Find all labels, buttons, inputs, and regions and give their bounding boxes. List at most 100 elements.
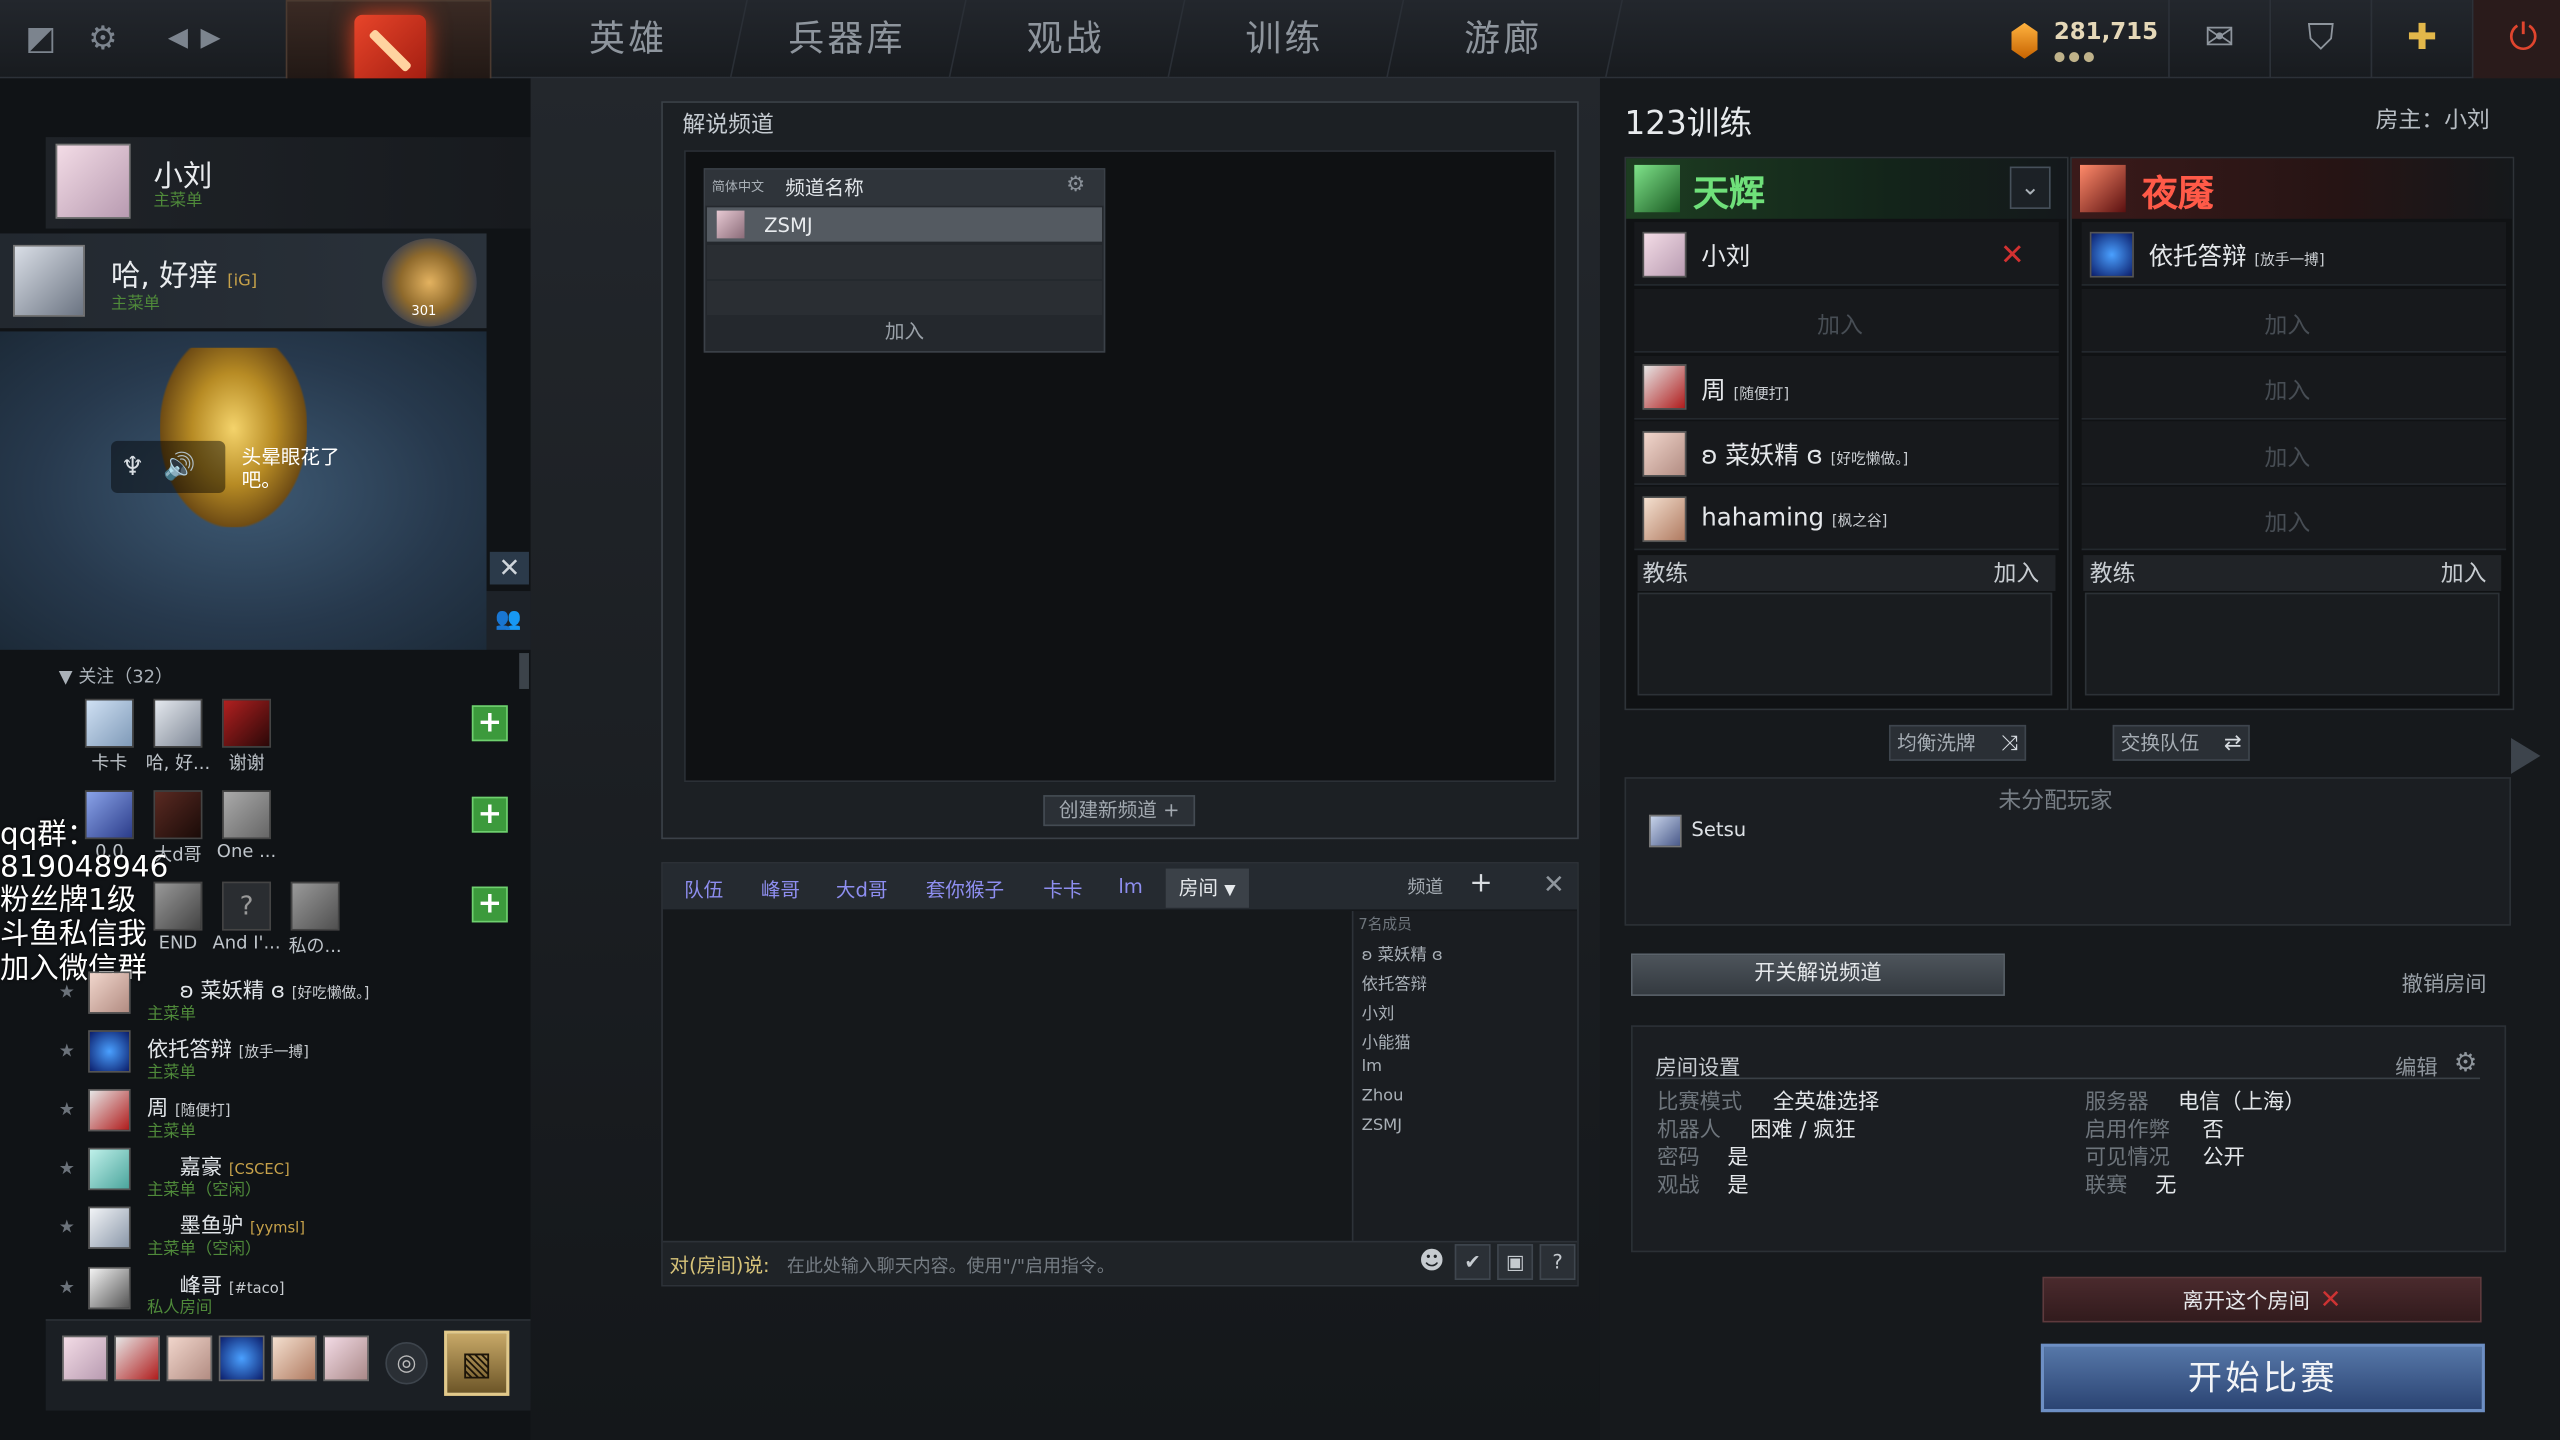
member-name[interactable]: ZSMJ: [1362, 1117, 1402, 1135]
player-avatar[interactable]: [1642, 364, 1687, 410]
nav-tab-armory[interactable]: 兵器库: [729, 0, 967, 79]
star-icon[interactable]: ★: [59, 1040, 75, 1061]
my-avatar[interactable]: [55, 143, 131, 219]
friend-avatar[interactable]: [88, 971, 131, 1014]
friend-avatar[interactable]: [88, 1030, 131, 1073]
nav-tab-watch[interactable]: 观战: [948, 0, 1186, 79]
friend-tile[interactable]: [222, 698, 272, 748]
star-icon[interactable]: ★: [59, 981, 75, 1002]
member-name[interactable]: 小能猫: [1362, 1029, 1411, 1053]
join-slot-button[interactable]: 加入: [2238, 506, 2336, 539]
add-friend-button[interactable]: +: [471, 796, 508, 833]
language-label[interactable]: 简体中文: [712, 178, 764, 196]
friend-tile[interactable]: [153, 698, 203, 748]
unassigned-player-name[interactable]: Setsu: [1691, 818, 1746, 841]
unknown-avatar-icon[interactable]: ?: [222, 881, 272, 931]
power-icon[interactable]: ⏻: [2471, 0, 2560, 79]
nav-tab-heroes[interactable]: 英雄: [510, 0, 748, 79]
toggle-broadcast-button[interactable]: 开关解说频道: [1631, 953, 2005, 996]
friend-tile[interactable]: [153, 881, 203, 931]
nav-tab-learn[interactable]: 训练: [1167, 0, 1405, 79]
friend-avatar[interactable]: [88, 1266, 131, 1310]
join-channel-button[interactable]: 加入: [707, 317, 1102, 350]
dire-header[interactable]: [2071, 158, 2513, 219]
expand-arrow-icon[interactable]: [2511, 737, 2541, 774]
close-icon[interactable]: ✕: [489, 551, 529, 585]
help-icon[interactable]: ?: [1539, 1244, 1576, 1280]
mail-icon[interactable]: ✉: [2168, 0, 2269, 79]
chat-tab[interactable]: 套你猴子: [926, 875, 1004, 903]
mic-icon[interactable]: ♆: [121, 451, 144, 482]
friend-tile[interactable]: [84, 698, 134, 748]
coach-join-button[interactable]: 加入: [2441, 557, 2487, 590]
star-icon[interactable]: ★: [59, 1216, 75, 1237]
party-member-avatar[interactable]: [13, 244, 85, 317]
gear-icon[interactable]: ⚙: [2454, 1047, 2477, 1078]
friend-avatar[interactable]: [88, 1147, 131, 1191]
star-icon[interactable]: ★: [59, 1277, 75, 1298]
member-name[interactable]: 小刘: [1362, 999, 1395, 1024]
join-slot-button[interactable]: 加入: [2238, 309, 2336, 342]
chat-tab[interactable]: 卡卡: [1043, 875, 1082, 903]
friend-tile[interactable]: [222, 790, 272, 840]
party-slot-avatar[interactable]: [62, 1335, 108, 1382]
screenshot-icon[interactable]: ▣: [1497, 1244, 1534, 1280]
friend-tile[interactable]: [290, 881, 340, 931]
friend-avatar[interactable]: [88, 1088, 131, 1132]
group-icon[interactable]: 👥: [486, 591, 531, 650]
add-channel-icon[interactable]: +: [1469, 867, 1492, 900]
leave-room-button[interactable]: 离开这个房间 ✕: [2042, 1276, 2482, 1323]
swap-teams-button[interactable]: 交换队伍 ⇄: [2112, 724, 2250, 761]
add-friend-button[interactable]: +: [471, 886, 508, 923]
party-slot-avatar[interactable]: [114, 1335, 160, 1382]
kick-x-icon[interactable]: ✕: [2000, 238, 2025, 272]
headset-icon[interactable]: ◎: [385, 1342, 428, 1385]
chevron-down-icon[interactable]: ⌄: [2009, 166, 2051, 209]
coach-join-button[interactable]: 加入: [1993, 557, 2039, 590]
battle-pass-icon[interactable]: ▧: [444, 1330, 510, 1396]
party-slot-avatar[interactable]: [218, 1335, 265, 1382]
radiant-slot[interactable]: [1634, 355, 2059, 420]
join-slot-button[interactable]: 加入: [2238, 374, 2336, 407]
star-icon[interactable]: ★: [59, 1158, 75, 1179]
edit-settings-button[interactable]: 编辑: [2395, 1050, 2437, 1080]
player-avatar[interactable]: [2089, 231, 2134, 278]
player-avatar[interactable]: [1642, 496, 1687, 543]
member-name[interactable]: ʚ 菜妖精 ɞ: [1362, 940, 1443, 965]
gear-icon[interactable]: ⚙: [82, 16, 124, 58]
member-name[interactable]: 依托答辩: [1362, 970, 1427, 994]
chat-tab[interactable]: 峰哥: [761, 875, 800, 903]
armory-icon[interactable]: ⛉: [2269, 0, 2370, 79]
shard-currency[interactable]: 281,715 ●●●: [2002, 13, 2165, 69]
party-slot-avatar[interactable]: [271, 1335, 317, 1382]
chat-tab[interactable]: lm: [1118, 875, 1143, 898]
voice-controls[interactable]: ♆ 🔊: [111, 440, 226, 494]
member-name[interactable]: Zhou: [1362, 1087, 1404, 1105]
star-icon[interactable]: ★: [59, 1099, 75, 1120]
create-channel-button[interactable]: 创建新频道 +: [1043, 795, 1196, 827]
party-slot-avatar[interactable]: [166, 1335, 213, 1382]
chat-tab[interactable]: 队伍: [684, 875, 723, 903]
friend-avatar[interactable]: [88, 1206, 131, 1249]
check-icon[interactable]: ✔: [1454, 1244, 1491, 1280]
player-avatar[interactable]: [1642, 231, 1687, 278]
gear-icon[interactable]: ⚙: [1066, 173, 1085, 197]
party-slot-avatar[interactable]: [323, 1335, 369, 1382]
radiant-slot[interactable]: [1634, 222, 2059, 286]
player-avatar[interactable]: [1642, 431, 1687, 477]
add-friend-button[interactable]: +: [471, 705, 508, 742]
member-name[interactable]: lm: [1362, 1058, 1382, 1076]
join-slot-button[interactable]: 加入: [2238, 441, 2336, 474]
join-slot-button[interactable]: 加入: [1791, 309, 1889, 342]
start-game-button[interactable]: 开始比赛: [2040, 1343, 2485, 1413]
follow-header[interactable]: ▼ 关注（32）: [59, 663, 173, 689]
forward-arrow-icon[interactable]: ▶: [189, 16, 231, 58]
balance-shuffle-button[interactable]: 均衡洗牌 ⤨: [1888, 724, 2027, 761]
chat-input-placeholder[interactable]: 在此处输入聊天内容。使用"/"启用指令。: [787, 1252, 1115, 1278]
dota-menu-icon[interactable]: ◩: [20, 16, 62, 58]
chat-tab[interactable]: 大d哥: [836, 875, 888, 903]
emoji-icon[interactable]: ☻: [1414, 1244, 1450, 1280]
close-icon[interactable]: ✕: [1543, 869, 1565, 900]
chat-tab-room[interactable]: 房间 ▼: [1165, 868, 1249, 908]
cancel-room-button[interactable]: 撤销房间: [2402, 967, 2487, 997]
